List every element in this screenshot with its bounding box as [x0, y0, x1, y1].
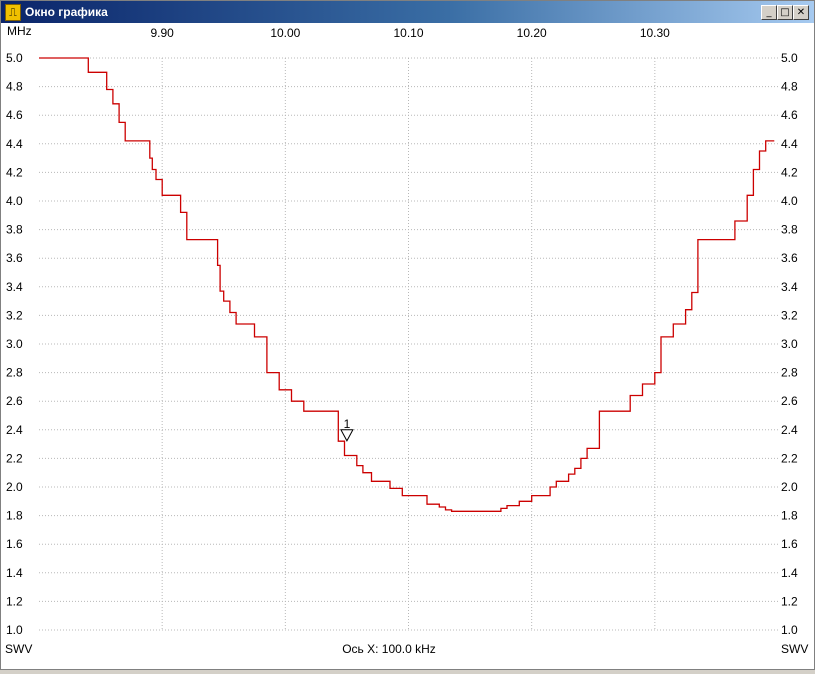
plot-area: 5.0 4.8 4.6 4.4 4.2 4.0 3.8 3.6 3.4 3.2 3.0 2.8 2.6 2…: [1, 23, 814, 669]
swr-series-line: [39, 57, 775, 512]
y-axis-label-left: SWV: [5, 642, 32, 656]
y-axis-label-right: SWV: [781, 642, 808, 656]
y-tick-label: 1.6: [781, 537, 798, 551]
y-axis-left: 5.0 4.8 4.6 4.4 4.2 4.0 3.8 3.6 3.4 3.2 3.0 2.8 2.6 2…: [6, 51, 23, 637]
swr-chart: 5.0 4.8 4.6 4.4 4.2 4.0 3.8 3.6 3.4 3.2 3.0 2.8 2.6 2…: [5, 24, 808, 656]
y-tick-label: 2.2: [781, 451, 798, 465]
y-tick-label: 3.4: [6, 280, 23, 294]
y-tick-label: 4.2: [6, 165, 23, 179]
y-axis-right: 5.0 4.8 4.6 4.4 4.2 4.0 3.8 3.6 3.4 3.2 3.0 2.8 2.6 2…: [781, 51, 798, 637]
y-tick-label: 1.6: [6, 537, 23, 551]
y-tick-label: 3.0: [781, 337, 798, 351]
x-tick-label: 10.30: [640, 26, 670, 40]
y-tick-label: 1.2: [781, 594, 798, 608]
y-tick-label: 3.2: [781, 308, 798, 322]
y-tick-label: 3.2: [6, 308, 23, 322]
close-button[interactable]: ✕: [793, 5, 809, 20]
y-tick-label: 4.2: [781, 165, 798, 179]
y-tick-label: 4.4: [781, 137, 798, 151]
x-tick-label: 10.10: [393, 26, 423, 40]
marker-triangle: [340, 429, 354, 442]
y-tick-label: 1.2: [6, 594, 23, 608]
y-tick-label: 3.4: [781, 280, 798, 294]
y-tick-label: 4.4: [6, 137, 23, 151]
y-tick-label: 2.6: [781, 394, 798, 408]
y-tick-label: 2.6: [6, 394, 23, 408]
y-tick-label: 1.8: [781, 509, 798, 523]
y-tick-label: 4.6: [781, 108, 798, 122]
x-tick-label: 9.90: [150, 26, 174, 40]
y-tick-label: 1.8: [6, 509, 23, 523]
chart-window-icon: ⎍: [5, 4, 21, 21]
window-title: Окно графика: [25, 5, 108, 19]
chart-window: ⎍ Окно графика _ □ ✕ 5.0 4.8 4.6 4.4 4.2 4.0 3…: [0, 0, 815, 670]
x-axis-label: Ось X: 100.0 kHz: [342, 642, 436, 656]
y-tick-label: 3.6: [6, 251, 23, 265]
y-tick-label: 3.8: [781, 223, 798, 237]
y-tick-label: 3.6: [781, 251, 798, 265]
y-tick-label: 4.0: [781, 194, 798, 208]
y-tick-label: 2.0: [6, 480, 23, 494]
title-bar[interactable]: ⎍ Окно графика _ □ ✕: [1, 1, 814, 23]
y-tick-label: 1.4: [6, 566, 23, 580]
y-tick-label: 1.0: [781, 623, 798, 637]
y-tick-label: 4.8: [781, 80, 798, 94]
y-tick-label: 2.4: [781, 423, 798, 437]
y-tick-label: 1.4: [781, 566, 798, 580]
marker-label: 1: [344, 417, 351, 431]
x-tick-label: 10.20: [517, 26, 547, 40]
x-axis-top: 9.90 10.00 10.10 10.20 10.30: [150, 26, 670, 40]
marker-1[interactable]: 1: [340, 417, 354, 442]
y-tick-label: 3.8: [6, 223, 23, 237]
x-unit-label: MHz: [7, 24, 32, 38]
y-tick-label: 4.8: [6, 80, 23, 94]
maximize-button[interactable]: □: [777, 5, 793, 20]
y-tick-label: 2.8: [6, 366, 23, 380]
y-tick-label: 5.0: [6, 51, 23, 65]
y-tick-label: 3.0: [6, 337, 23, 351]
x-tick-label: 10.00: [270, 26, 300, 40]
y-tick-label: 4.0: [6, 194, 23, 208]
y-tick-label: 5.0: [781, 51, 798, 65]
y-tick-label: 4.6: [6, 108, 23, 122]
y-tick-label: 1.0: [6, 623, 23, 637]
y-tick-label: 2.0: [781, 480, 798, 494]
minimize-button[interactable]: _: [761, 5, 777, 20]
y-tick-label: 2.2: [6, 451, 23, 465]
y-tick-label: 2.8: [781, 366, 798, 380]
y-tick-label: 2.4: [6, 423, 23, 437]
